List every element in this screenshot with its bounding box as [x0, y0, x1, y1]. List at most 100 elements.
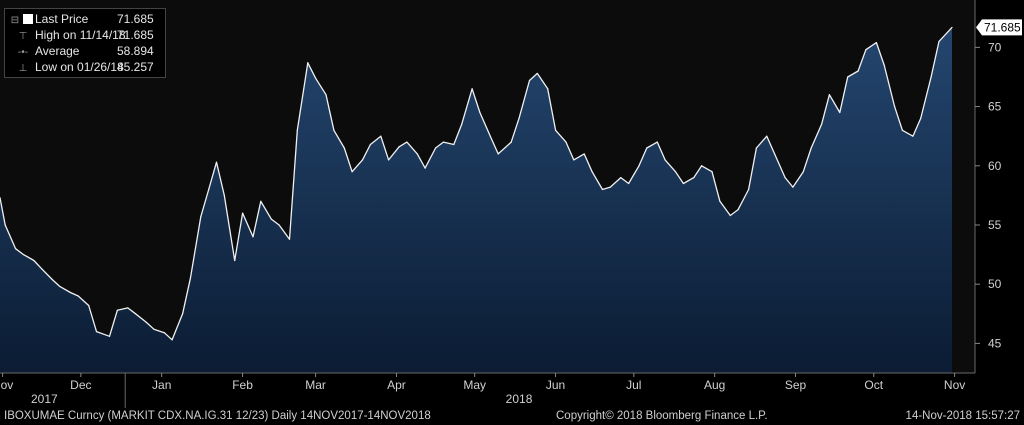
data-point: [22, 253, 25, 256]
data-point: [627, 182, 630, 185]
data-point: [489, 135, 491, 137]
legend-label: Last Price: [35, 12, 89, 26]
security-description: IBOXUMAE Curncy (MARKIT CDX.NA.IG.31 12/…: [4, 410, 431, 422]
data-point: [278, 224, 280, 226]
x-ticks: Nov Dec Jan Feb Mar Apr May Jun Jul Aug Sep Oct Nov 2…: [0, 373, 965, 406]
data-point: [41, 268, 43, 270]
data-point: [847, 76, 849, 78]
data-point: [108, 335, 111, 337]
x-tick-label: Oct: [864, 378, 883, 392]
data-point: [693, 177, 695, 179]
x-tick-label: Mar: [305, 378, 326, 392]
data-point: [701, 165, 703, 167]
data-point: [774, 153, 776, 155]
data-point: [554, 129, 557, 131]
x-tick-label: Aug: [704, 378, 725, 392]
data-point: [857, 70, 859, 72]
data-point: [406, 141, 408, 143]
y-tick-label: 60: [988, 159, 1002, 173]
data-point: [802, 171, 804, 173]
legend-item-high: ⊤ High on 11/14/18 71.685: [9, 28, 154, 42]
data-point: [307, 62, 309, 64]
data-point: [883, 64, 885, 66]
data-point: [536, 72, 538, 75]
data-point: [573, 159, 575, 161]
data-point: [215, 161, 218, 163]
data-point: [901, 129, 904, 131]
data-point: [766, 135, 768, 137]
data-point: [351, 171, 353, 173]
data-point: [69, 291, 72, 294]
x-tick-label: Dec: [70, 378, 91, 392]
legend-value: 45.257: [117, 60, 154, 74]
legend-value: 71.685: [117, 12, 154, 26]
data-point: [369, 143, 371, 146]
data-point: [547, 88, 549, 90]
data-point: [755, 147, 757, 149]
data-point: [601, 188, 604, 191]
timestamp: 14-Nov-2018 15:57:27: [905, 410, 1020, 422]
data-point: [646, 147, 648, 149]
y-tick-label: 70: [988, 40, 1002, 54]
y-tick-label: 50: [988, 277, 1002, 291]
x-tick-label: Sep: [785, 378, 807, 392]
data-point: [620, 177, 622, 179]
data-point: [208, 188, 210, 191]
high-marker-icon: ⊤: [18, 31, 28, 42]
data-point: [711, 171, 713, 173]
y-tick-label: 55: [988, 218, 1002, 232]
legend-item-average: -•- Average 58.894: [9, 44, 154, 58]
data-point: [894, 105, 896, 108]
y-tick-label: 45: [988, 336, 1002, 350]
data-point: [471, 88, 473, 90]
data-point: [51, 278, 53, 281]
y-ticks: 45 50 55 60 65 70: [975, 40, 1002, 350]
data-point: [424, 167, 426, 169]
data-point: [388, 159, 390, 161]
data-point: [252, 236, 254, 238]
y-tick-label: 65: [988, 100, 1002, 114]
data-point: [398, 146, 400, 148]
data-point: [442, 141, 444, 143]
data-point: [865, 49, 867, 51]
x-tick-label: Jul: [626, 378, 641, 392]
data-point: [288, 238, 291, 240]
data-point: [434, 147, 437, 149]
data-point: [938, 40, 940, 43]
x-tick-label: Nov: [0, 378, 13, 392]
data-point: [674, 171, 677, 173]
x-tick-label: Feb: [232, 378, 253, 392]
data-point: [518, 117, 520, 120]
data-point: [656, 141, 658, 143]
average-marker-icon: -•-: [17, 47, 29, 58]
x-tick-label: Apr: [387, 378, 406, 392]
data-point: [875, 42, 877, 44]
data-point: [380, 135, 382, 137]
data-point: [270, 218, 272, 220]
legend-value: 58.894: [117, 44, 154, 58]
last-price-swatch: [23, 14, 33, 24]
last-price-tag-label: 71.685: [984, 20, 1021, 34]
data-point: [792, 186, 794, 188]
data-point: [737, 208, 739, 211]
data-point: [33, 259, 35, 262]
legend-box: ⊟ Last Price 71.685 ⊤ High on 11/14/18 7…: [4, 8, 166, 78]
data-point: [920, 117, 922, 120]
legend-value: 71.685: [117, 28, 154, 42]
data-point: [528, 79, 531, 82]
legend-label: High on 11/14/18: [35, 28, 126, 42]
data-point: [181, 313, 184, 315]
data-point: [15, 248, 17, 250]
legend-label: Average: [35, 44, 80, 58]
data-point: [416, 153, 418, 155]
data-point: [260, 200, 262, 202]
data-point: [747, 188, 750, 191]
data-point: [163, 332, 165, 334]
data-point: [200, 216, 202, 218]
data-point: [638, 165, 640, 167]
data-point: [116, 309, 118, 311]
data-point: [325, 94, 327, 96]
data-point: [343, 147, 345, 149]
data-point: [565, 141, 567, 143]
copyright-text: Copyright© 2018 Bloomberg Finance L.P.: [556, 410, 768, 422]
